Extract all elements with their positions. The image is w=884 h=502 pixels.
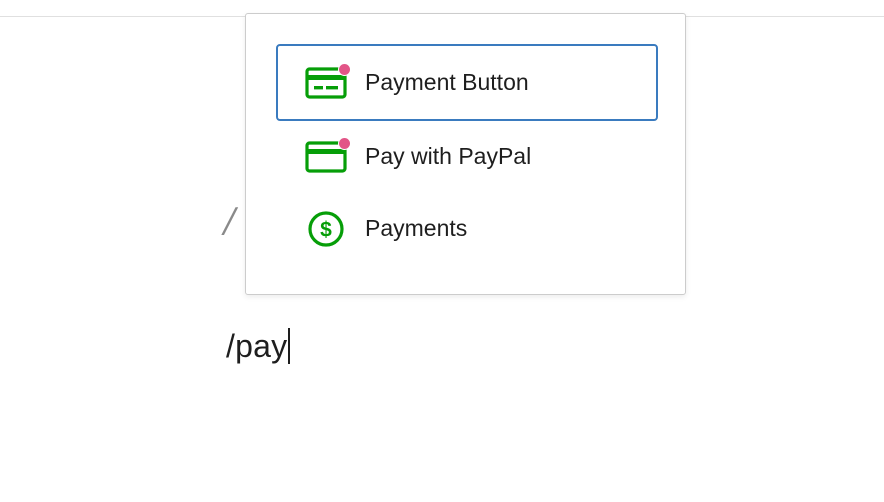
new-block-badge <box>338 136 351 150</box>
inserter-option-pay-with-paypal[interactable]: Pay with PayPal <box>276 118 658 195</box>
option-label: Pay with PayPal <box>365 143 532 169</box>
option-label: Payment Button <box>365 69 529 95</box>
slash-command-text[interactable]: /pay <box>226 328 287 365</box>
paypal-card-icon <box>304 136 351 175</box>
text-caret <box>288 328 291 364</box>
payment-button-card-icon <box>304 62 351 101</box>
block-inserter-popover: Payment Button Pay with PayPal $ Payment… <box>245 13 686 295</box>
hidden-block-glyph: / <box>224 201 236 241</box>
dollar-circle-icon: $ <box>304 210 348 247</box>
new-block-badge <box>338 62 351 76</box>
inserter-option-payments[interactable]: $ Payments <box>276 190 658 267</box>
paragraph-block[interactable]: /pay <box>226 326 291 366</box>
option-label: Payments <box>365 215 468 241</box>
inserter-option-payment-button[interactable]: Payment Button <box>276 44 658 121</box>
svg-text:$: $ <box>320 218 332 241</box>
editor-canvas: / /pay Payment Button Pay with PayPal $ … <box>0 0 884 502</box>
